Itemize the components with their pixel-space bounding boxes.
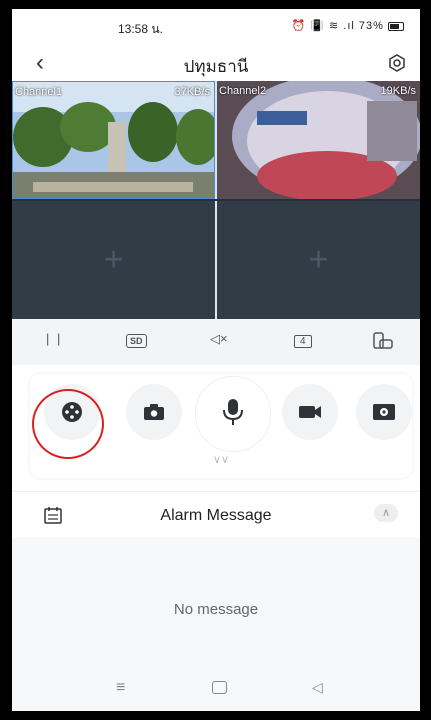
page-title: ปทุมธานี: [183, 57, 249, 76]
bitrate-label: 37KB/s: [174, 86, 210, 98]
back-nav-icon[interactable]: ◁: [312, 679, 323, 696]
playback-toolbar: | | SD ◁× 4: [12, 319, 420, 365]
recent-apps-icon[interactable]: ≡: [116, 679, 125, 697]
record-button[interactable]: [282, 384, 338, 440]
camera-feed-image: [13, 82, 214, 198]
add-channel-icon[interactable]: +: [309, 241, 329, 280]
settings-icon[interactable]: [388, 54, 406, 72]
collapse-chevron-icon[interactable]: ∧: [374, 504, 398, 522]
channel-label: Channel1: [15, 86, 63, 98]
split-four-icon: 4: [294, 335, 312, 348]
screen-capture-icon: [373, 404, 395, 420]
channel-label: Channel2: [219, 85, 267, 97]
quality-button[interactable]: SD: [126, 332, 147, 348]
grid-divider: [12, 199, 420, 201]
rotate-screen-icon[interactable]: [372, 332, 394, 350]
bitrate-label: 19KB/s: [380, 85, 416, 97]
fullscreen-capture-button[interactable]: [356, 384, 412, 440]
video-tile-channel2[interactable]: Channel2 19KB/s: [217, 81, 420, 199]
empty-tile-4[interactable]: +: [217, 201, 420, 319]
status-bar: 13:58 น. ⏰ 📳 ≋ .ıl 73%: [12, 9, 420, 45]
empty-message: No message: [173, 601, 259, 618]
mute-button[interactable]: ◁×: [210, 331, 228, 347]
video-tile-channel1[interactable]: Channel1 37KB/s: [12, 81, 215, 199]
status-time: 13:58 น.: [118, 22, 163, 36]
expand-chevron-icon[interactable]: ∨∨: [213, 453, 229, 466]
add-channel-icon[interactable]: +: [104, 241, 124, 280]
home-icon[interactable]: [212, 681, 227, 697]
top-bar: ‹ ปทุมธานี: [12, 45, 420, 81]
empty-tile-3[interactable]: +: [12, 201, 215, 319]
highlight-circle: [32, 389, 104, 459]
pause-button[interactable]: | |: [46, 331, 62, 346]
phone-screen: 13:58 น. ⏰ 📳 ≋ .ıl 73% ‹ ปทุมธานี Channe…: [12, 9, 420, 711]
alarm-header: Alarm Message ∧: [12, 491, 420, 538]
system-nav-bar: ≡ ◁: [12, 667, 420, 711]
split-layout-button[interactable]: 4: [294, 332, 312, 348]
talk-button[interactable]: [195, 376, 271, 452]
snapshot-button[interactable]: [126, 384, 182, 440]
video-camera-icon: [299, 406, 321, 418]
sd-icon: SD: [126, 334, 147, 348]
battery-level: 73%: [358, 20, 384, 32]
camera-icon: [144, 404, 164, 420]
video-grid: Channel1 37KB/s Channel2 19KB/s + +: [12, 81, 420, 319]
status-icons: ⏰ 📳 ≋ .ıl 73%: [291, 19, 404, 32]
battery-icon: [388, 21, 404, 31]
alarm-title: Alarm Message: [160, 507, 272, 524]
camera-feed-image: [217, 81, 420, 199]
status-symbols: ⏰ 📳 ≋ .ıl: [291, 20, 355, 32]
alarm-message-list: No message: [12, 537, 420, 667]
microphone-icon: [223, 399, 243, 425]
